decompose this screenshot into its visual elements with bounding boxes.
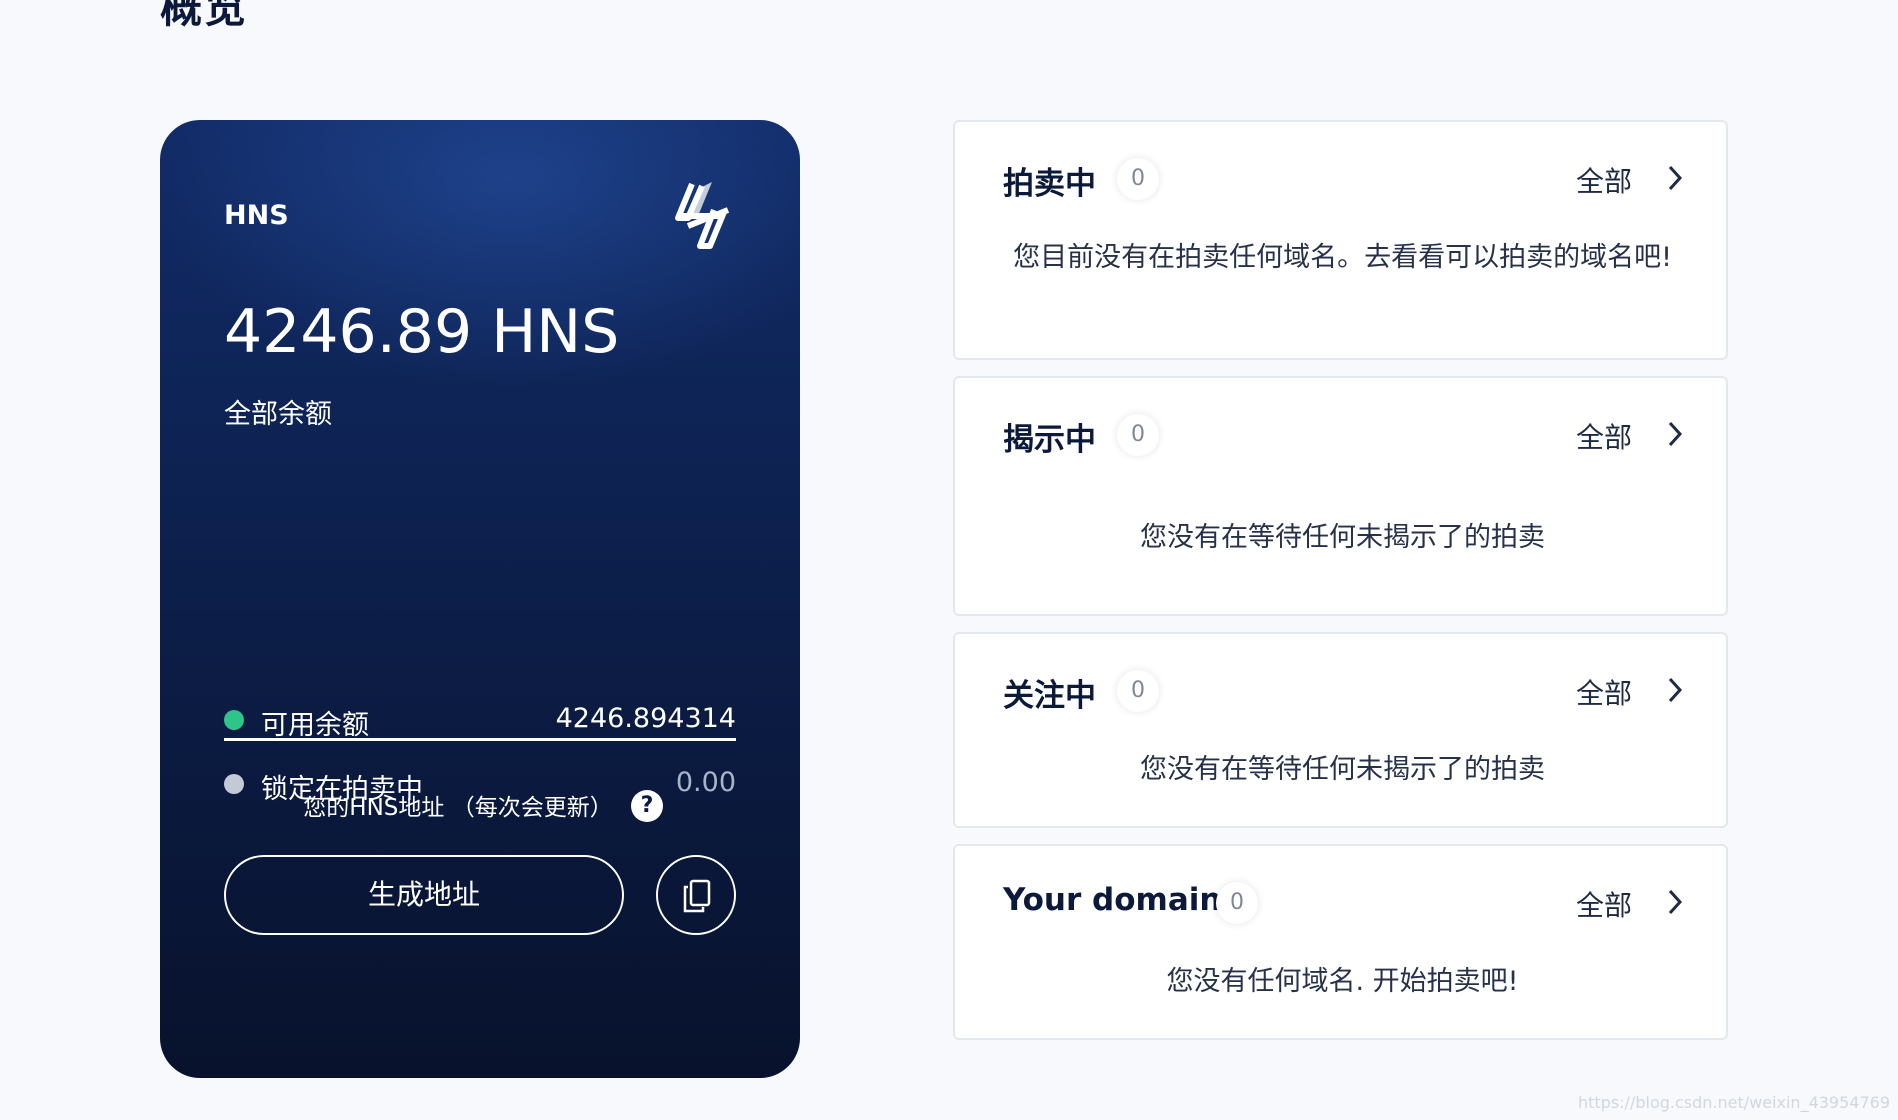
count-badge: 0 <box>1117 414 1159 456</box>
page-title: 概览 <box>160 0 249 32</box>
panel-empty-message: 您没有在等待任何未揭示了的拍卖 <box>1140 754 1545 785</box>
panel-empty-message: 您没有在等待任何未揭示了的拍卖 <box>1140 522 1545 553</box>
watching-panel: 关注中 0 全部 您没有在等待任何未揭示了的拍卖 <box>953 632 1728 828</box>
count-badge: 0 <box>1117 670 1159 712</box>
reveals-panel: 揭示中 0 全部 您没有在等待任何未揭示了的拍卖 <box>953 376 1728 616</box>
copy-icon <box>683 879 711 913</box>
your-domains-panel: Your domains 0 全部 您没有任何域名. 开始拍卖吧! <box>953 844 1728 1040</box>
count-badge: 0 <box>1216 882 1258 924</box>
view-all-link[interactable]: 全部 <box>1576 672 1632 712</box>
total-balance-label: 全部余额 <box>224 399 332 430</box>
generate-address-button[interactable]: 生成地址 <box>224 855 624 935</box>
wallet-divider <box>224 738 736 741</box>
panel-title: 拍卖中 <box>1003 166 1096 202</box>
wallet-currency-label: HNS <box>224 200 289 231</box>
total-balance: 4246.89 HNS <box>224 297 620 367</box>
help-icon[interactable]: ? <box>631 790 663 822</box>
available-balance-value: 4246.894314 <box>555 703 736 734</box>
panel-title: 关注中 <box>1003 678 1096 714</box>
view-all-link[interactable]: 全部 <box>1576 160 1632 200</box>
chevron-right-icon[interactable] <box>1665 164 1685 192</box>
view-all-link[interactable]: 全部 <box>1576 416 1632 456</box>
chevron-right-icon[interactable] <box>1665 420 1685 448</box>
watermark: https://blog.csdn.net/weixin_43954769 <box>1577 1093 1890 1112</box>
hns-address-label: 您的HNS地址 （每次会更新） <box>160 788 800 822</box>
auctions-panel: 拍卖中 0 全部 您目前没有在拍卖任何域名。去看看可以拍卖的域名吧! <box>953 120 1728 360</box>
panel-title: 揭示中 <box>1003 422 1096 458</box>
available-balance-label: 可用余额 <box>261 710 369 741</box>
wallet-card: HNS 4246.89 HNS 全部余额 可用余额 4246.894314 锁定… <box>160 120 800 1078</box>
hns-address-label-text: 您的HNS地址 （每次会更新） <box>303 795 613 821</box>
handshake-logo-icon <box>675 182 730 249</box>
panel-empty-message: 您没有任何域名. 开始拍卖吧! <box>1166 966 1519 997</box>
view-all-link[interactable]: 全部 <box>1576 884 1632 924</box>
available-status-dot <box>224 710 244 730</box>
panel-title: Your domains <box>1003 882 1240 918</box>
chevron-right-icon[interactable] <box>1665 676 1685 704</box>
panel-empty-message: 您目前没有在拍卖任何域名。去看看可以拍卖的域名吧! <box>1013 242 1672 273</box>
chevron-right-icon[interactable] <box>1665 888 1685 916</box>
copy-address-button[interactable] <box>656 855 736 935</box>
available-balance-row: 可用余额 4246.894314 <box>224 700 736 741</box>
count-badge: 0 <box>1117 158 1159 200</box>
